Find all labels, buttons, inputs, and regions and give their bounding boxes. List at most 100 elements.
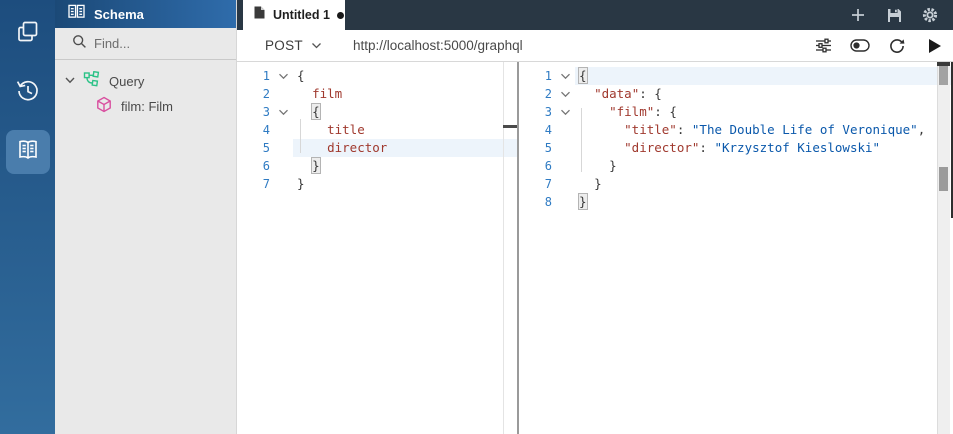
code-text: film xyxy=(293,85,517,103)
main-area: Untitled 1 POST http://localhost:5000/gr… xyxy=(237,0,953,434)
line-number: 5 xyxy=(262,141,270,155)
fold-chevron-icon[interactable] xyxy=(273,67,293,85)
code-line[interactable]: 3 "film": { xyxy=(519,103,953,121)
book-icon xyxy=(68,4,85,24)
code-line[interactable]: 2 film xyxy=(237,85,517,103)
code-line[interactable]: 2 "data": { xyxy=(519,85,953,103)
settings-gear-icon[interactable] xyxy=(919,4,941,26)
editor-split: 1{2 film 3 {4 title 5 director 6 } 7} 1{2 "d… xyxy=(237,62,953,434)
code-line[interactable]: 1{ xyxy=(519,67,953,85)
line-number: 1 xyxy=(262,69,270,83)
line-number: 4 xyxy=(544,123,552,137)
tab-bar: Untitled 1 xyxy=(237,0,953,30)
chevron-down-icon[interactable] xyxy=(64,73,76,91)
toggle-variables-icon[interactable] xyxy=(849,35,871,57)
code-token: title xyxy=(327,122,365,137)
tab-bar-actions xyxy=(847,0,953,30)
sidebar-item-history[interactable] xyxy=(6,71,50,115)
response-scrollbar-track[interactable] xyxy=(937,62,950,434)
book-icon xyxy=(15,137,41,168)
code-text: { xyxy=(575,67,953,85)
tab-untitled-1[interactable]: Untitled 1 xyxy=(243,0,345,30)
refresh-schema-icon[interactable] xyxy=(886,35,908,57)
code-line[interactable]: 4 "title": "The Double Life of Veronique… xyxy=(519,121,953,139)
tab-label: Untitled 1 xyxy=(273,8,330,22)
code-text: } xyxy=(293,175,517,193)
code-text: { xyxy=(293,67,517,85)
code-line[interactable]: 3 { xyxy=(237,103,517,121)
method-label: POST xyxy=(265,38,303,53)
sidebar-item-collections[interactable] xyxy=(6,12,50,56)
url-input[interactable]: http://localhost:5000/graphql xyxy=(353,38,523,53)
fold-chevron-icon[interactable] xyxy=(555,103,575,121)
schema-panel-title: Schema xyxy=(94,6,144,22)
code-token: } xyxy=(297,176,305,191)
fold-chevron-icon[interactable] xyxy=(555,85,575,103)
line-number: 6 xyxy=(262,159,270,173)
line-number: 6 xyxy=(544,159,552,173)
code-text: { xyxy=(293,103,517,121)
schema-find-input[interactable] xyxy=(94,36,214,51)
query-editor[interactable]: 1{2 film 3 {4 title 5 director 6 } 7} xyxy=(237,62,517,434)
schema-tree: Query film: Film xyxy=(55,60,236,119)
code-line[interactable]: 7 } xyxy=(519,175,953,193)
code-token: { xyxy=(297,68,305,83)
code-text: } xyxy=(293,157,517,175)
tree-item-query[interactable]: Query xyxy=(55,69,236,94)
tree-item-film[interactable]: film: Film xyxy=(55,94,236,119)
fold-chevron-icon[interactable] xyxy=(273,103,293,121)
request-options-sliders-icon[interactable] xyxy=(812,35,834,57)
code-token: { xyxy=(579,68,587,83)
code-token: : xyxy=(699,140,715,155)
run-query-play-button[interactable] xyxy=(923,35,945,57)
line-number: 3 xyxy=(262,105,270,119)
code-token: : xyxy=(676,122,692,137)
code-line[interactable]: 5 director xyxy=(237,139,517,157)
code-line[interactable]: 4 title xyxy=(237,121,517,139)
new-tab-button[interactable] xyxy=(847,4,869,26)
code-token: , xyxy=(917,122,926,137)
tree-item-label: Query xyxy=(109,74,145,89)
line-number: 1 xyxy=(544,69,552,83)
code-token: "Krzysztof Kieslowski" xyxy=(714,140,881,155)
sidebar-item-schema-docs[interactable] xyxy=(5,130,50,174)
schema-find-row xyxy=(55,28,236,60)
save-button[interactable] xyxy=(883,4,905,26)
code-line[interactable]: 6 } xyxy=(519,157,953,175)
graphql-client-window: Schema Find... Query film: Film Untitled… xyxy=(0,0,953,434)
method-dropdown[interactable]: POST xyxy=(265,38,322,53)
code-line[interactable]: 6 } xyxy=(237,157,517,175)
code-text: } xyxy=(575,193,953,211)
code-line[interactable]: 5 "director": "Krzysztof Kieslowski" xyxy=(519,139,953,157)
tree-item-label: film: Film xyxy=(121,99,173,114)
response-scrollbar-thumb[interactable] xyxy=(939,66,948,85)
search-icon xyxy=(72,34,87,54)
overview-ruler-mark xyxy=(939,167,948,191)
fold-chevron-icon[interactable] xyxy=(555,67,575,85)
code-text: director xyxy=(293,139,517,157)
code-line[interactable]: 7} xyxy=(237,175,517,193)
code-text: title xyxy=(293,121,517,139)
code-text: "title": "The Double Life of Veronique", xyxy=(575,121,953,139)
history-icon xyxy=(15,78,41,109)
code-line[interactable]: 8} xyxy=(519,193,953,211)
response-editor[interactable]: 1{2 "data": {3 "film": {4 "title": "The … xyxy=(519,62,953,434)
code-line[interactable]: 1{ xyxy=(237,67,517,85)
field-cube-icon xyxy=(96,96,112,118)
icon-sidebar xyxy=(0,0,55,434)
code-text: "director": "Krzysztof Kieslowski" xyxy=(575,139,953,157)
